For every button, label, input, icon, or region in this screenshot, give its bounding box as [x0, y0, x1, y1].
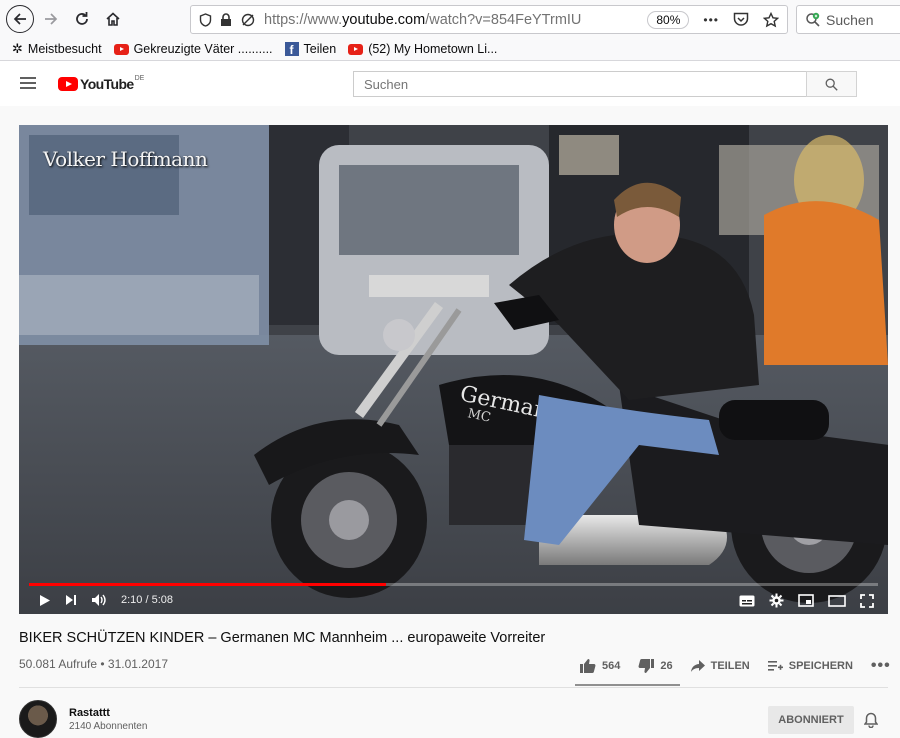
bookmark-teilen[interactable]: f Teilen	[284, 42, 337, 56]
skip-next-icon	[66, 595, 76, 605]
zoom-indicator[interactable]: 80%	[647, 10, 690, 29]
bookmark-meistbesucht[interactable]: ✲ Meistbesucht	[12, 41, 102, 57]
bookmark-label: Teilen	[303, 42, 337, 56]
forward-button[interactable]	[37, 5, 65, 33]
time-display: 2:10 / 5:08	[121, 594, 173, 606]
bookmark-my-hometown[interactable]: (52) My Hometown Li...	[348, 42, 497, 56]
next-button[interactable]	[65, 594, 77, 606]
playlist-add-icon	[767, 661, 783, 671]
url-prefix: https://www.	[264, 11, 343, 28]
facebook-icon: f	[284, 42, 299, 56]
avatar[interactable]	[19, 700, 57, 738]
share-arrow-icon	[690, 660, 705, 672]
video-frame: Germanen MC	[19, 125, 888, 614]
play-button[interactable]	[39, 594, 51, 607]
bookmark-label: Meistbesucht	[27, 42, 102, 56]
bookmark-label: (52) My Hometown Li...	[368, 42, 498, 56]
address-bar[interactable]: https://www.youtube.com/watch?v=854FeYTr…	[190, 5, 788, 34]
theater-mode-icon[interactable]	[828, 594, 846, 607]
youtube-play-icon	[58, 77, 78, 91]
url-text: https://www.youtube.com/watch?v=854FeYTr…	[264, 12, 647, 28]
share-button[interactable]: TEILEN	[690, 660, 750, 672]
subscriber-count: 2140 Abonnenten	[69, 721, 148, 732]
thumbs-down-icon	[638, 659, 655, 673]
like-button[interactable]: 564	[580, 659, 620, 673]
arrow-right-icon	[45, 13, 58, 25]
url-path: /watch?v=854FeYTrmIU	[425, 11, 582, 28]
browser-search-placeholder: Suchen	[826, 11, 874, 28]
video-title: BIKER SCHÜTZEN KINDER – Germanen MC Mann…	[19, 630, 546, 646]
save-label: SPEICHERN	[788, 660, 853, 672]
youtube-icon	[348, 43, 364, 55]
bookmarks-toolbar: ✲ Meistbesucht Gekreuzigte Väter .......…	[0, 38, 900, 61]
video-actions: 564 26 TEILEN SPEICHERN •••	[580, 657, 891, 675]
view-count-date: 50.081 Aufrufe • 31.01.2017	[19, 657, 168, 671]
autoplay-blocked-icon[interactable]	[240, 13, 256, 27]
search-icon	[825, 78, 838, 91]
subtitles-icon[interactable]	[739, 595, 755, 607]
page-actions-menu[interactable]: •••	[703, 13, 719, 27]
browser-search-box[interactable]: Suchen	[796, 5, 900, 34]
youtube-search-input[interactable]	[353, 71, 806, 97]
home-icon	[106, 12, 120, 26]
url-domain: youtube.com	[342, 11, 426, 28]
youtube-header: YouTube DE	[0, 61, 900, 106]
reload-icon	[76, 12, 88, 25]
google-search-icon	[806, 12, 820, 27]
home-button[interactable]	[99, 5, 127, 33]
browser-toolbar: https://www.youtube.com/watch?v=854FeYTr…	[0, 0, 900, 38]
like-ratio-bar	[575, 684, 680, 686]
channel-row: Rastattt 2140 Abonnenten	[19, 700, 147, 738]
channel-name[interactable]: Rastattt	[69, 707, 147, 719]
back-button[interactable]	[6, 5, 34, 33]
gear-icon: ✲	[12, 41, 23, 56]
player-right-controls	[739, 593, 874, 608]
youtube-region-label: DE	[134, 74, 145, 82]
play-icon	[40, 594, 50, 606]
menu-icon[interactable]	[20, 77, 36, 89]
youtube-icon	[113, 43, 129, 55]
shield-icon[interactable]	[199, 12, 212, 27]
video-watermark: Volker Hoffmann	[43, 147, 208, 171]
youtube-logo-text: YouTube	[80, 76, 134, 92]
volume-icon	[92, 594, 106, 606]
settings-gear-icon[interactable]	[769, 593, 784, 608]
arrow-left-icon	[13, 13, 26, 25]
lock-icon[interactable]	[220, 12, 232, 27]
bookmark-gekreuzigte-vaeter[interactable]: Gekreuzigte Väter ..........	[113, 42, 273, 56]
notification-bell-button[interactable]	[863, 712, 879, 733]
video-player[interactable]: Germanen MC Volker Hoffmann 2:10 / 5:08	[19, 125, 888, 614]
fullscreen-icon[interactable]	[860, 593, 874, 608]
more-actions-button[interactable]: •••	[871, 657, 891, 675]
subscribe-button[interactable]: ABONNIERT	[768, 706, 854, 734]
reload-button[interactable]	[68, 5, 96, 33]
volume-button[interactable]	[91, 593, 107, 607]
youtube-search-button[interactable]	[806, 71, 857, 97]
thumbs-up-icon	[580, 659, 596, 673]
youtube-logo[interactable]: YouTube DE	[58, 74, 145, 92]
dislike-button[interactable]: 26	[638, 659, 673, 673]
bookmark-star-icon[interactable]	[763, 11, 779, 28]
miniplayer-icon[interactable]	[798, 594, 814, 607]
dislike-count: 26	[660, 660, 673, 672]
divider	[19, 687, 888, 688]
save-button[interactable]: SPEICHERN	[767, 660, 853, 672]
bookmark-label: Gekreuzigte Väter ..........	[133, 42, 273, 56]
like-count: 564	[602, 660, 621, 672]
pocket-icon[interactable]	[733, 12, 749, 27]
bell-icon	[863, 712, 879, 729]
share-label: TEILEN	[710, 660, 750, 672]
